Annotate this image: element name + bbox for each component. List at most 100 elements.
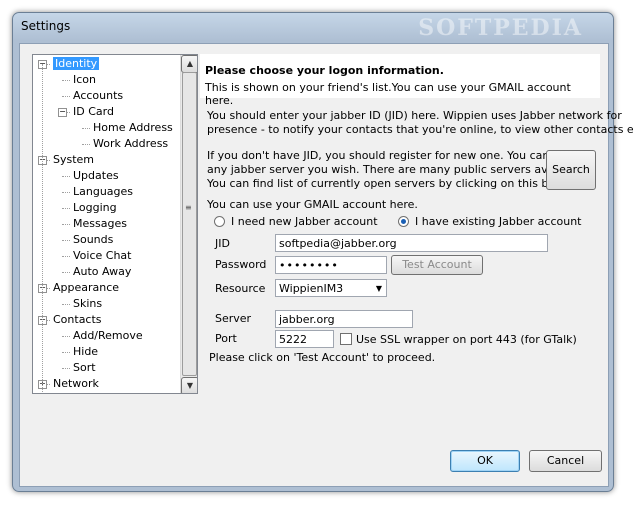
existing-account-radio[interactable] — [398, 216, 409, 227]
tree-item-label: Appearance — [53, 281, 120, 294]
tree-item-label: Messages — [73, 217, 127, 230]
port-label: Port — [215, 332, 237, 345]
jid-label: JID — [215, 237, 230, 250]
tree-connector — [62, 304, 70, 305]
tree-item[interactable]: Languages — [73, 184, 133, 200]
tree-connector — [62, 368, 70, 369]
header-title: Please choose your logon information. — [205, 64, 444, 77]
tree-item[interactable]: Hide — [73, 344, 98, 360]
tree-connector — [62, 240, 70, 241]
window-title: Settings — [21, 19, 71, 33]
cancel-button[interactable]: Cancel — [529, 450, 602, 472]
header-panel: Please choose your logon information. Th… — [200, 54, 600, 107]
tree-item-label: ID Card — [73, 105, 114, 118]
tree-item[interactable]: Voice Chat — [73, 248, 131, 264]
tree-connector — [62, 256, 70, 257]
new-account-radio[interactable] — [214, 216, 225, 227]
tree-item-label: Network — [53, 377, 99, 390]
tree-item-label: Add/Remove — [73, 329, 143, 342]
tree-connector — [62, 352, 70, 353]
tree-item-label: Accounts — [73, 89, 124, 102]
password-label: Password — [215, 258, 267, 271]
tree-item-label: Hide — [73, 345, 99, 358]
scroll-grip-icon: ≡ — [185, 203, 192, 212]
tree-connector — [82, 128, 90, 129]
tree-item-label: Languages — [73, 185, 134, 198]
tree-item[interactable]: Messages — [73, 216, 127, 232]
tree-item[interactable]: Updates — [73, 168, 119, 184]
tree-item[interactable]: ID Card — [73, 104, 114, 120]
port-input[interactable]: 5222 — [275, 330, 334, 348]
tree-item[interactable]: Auto Away — [73, 264, 131, 280]
tree-item[interactable]: Sort — [73, 360, 96, 376]
scroll-down-icon[interactable]: ▼ — [181, 377, 197, 393]
info-line-3: If you don't have JID, you should regist… — [207, 149, 595, 162]
new-account-label[interactable]: I need new Jabber account — [231, 215, 378, 228]
settings-tree[interactable]: ▲ ≡ ▼ Identity − Icon Accounts ID Card − Home … — [32, 54, 198, 394]
tree-connector — [62, 176, 70, 177]
tree-item[interactable]: Network — [53, 376, 99, 392]
tree-connector — [62, 272, 70, 273]
info-line-4: any jabber server you wish. There are ma… — [207, 163, 588, 176]
tree-connector — [62, 192, 70, 193]
tree-item[interactable]: Sounds — [73, 232, 113, 248]
tree-item[interactable]: Appearance — [53, 280, 119, 296]
tree-item-label: Sort — [73, 361, 96, 374]
tree-item[interactable]: System — [53, 152, 94, 168]
tree-item[interactable]: Work Address — [93, 136, 168, 152]
tree-item-label: Work Address — [93, 137, 169, 150]
tree-item-label: System — [53, 153, 95, 166]
ssl-label[interactable]: Use SSL wrapper on port 443 (for GTalk) — [356, 333, 577, 346]
tree-scrollbar[interactable]: ▲ ≡ ▼ — [180, 55, 197, 393]
header-subtitle: This is shown on your friend's list.You … — [205, 81, 571, 107]
server-label: Server — [215, 312, 252, 325]
existing-account-label[interactable]: I have existing Jabber account — [415, 215, 581, 228]
search-button[interactable]: Search — [546, 150, 596, 190]
tree-connector — [62, 208, 70, 209]
resource-label: Resource — [215, 282, 266, 295]
scroll-up-icon[interactable]: ▲ — [181, 55, 197, 73]
tree-item[interactable]: Identity — [53, 56, 100, 72]
collapse-icon[interactable]: − — [58, 108, 67, 117]
test-account-button[interactable]: Test Account — [391, 255, 483, 275]
scroll-thumb[interactable] — [182, 72, 197, 376]
info-line-1: You should enter your jabber ID (JID) he… — [207, 109, 622, 122]
tree-connector — [62, 80, 70, 81]
tree-item-label: Logging — [73, 201, 117, 214]
tree-item[interactable]: Accounts — [73, 88, 123, 104]
tree-item[interactable]: Home Address — [93, 120, 173, 136]
ssl-checkbox[interactable] — [340, 333, 352, 345]
tree-item-label: Contacts — [53, 313, 102, 326]
server-input[interactable]: jabber.org — [275, 310, 413, 328]
tree-connector — [82, 144, 90, 145]
proceed-hint: Please click on 'Test Account' to procee… — [209, 351, 436, 364]
tree-item[interactable]: Logging — [73, 200, 117, 216]
gmail-hint: You can use your GMAIL account here. — [207, 198, 418, 211]
jid-input[interactable]: softpedia@jabber.org — [275, 234, 548, 252]
tree-connector — [62, 224, 70, 225]
tree-item[interactable]: Icon — [73, 72, 96, 88]
tree-item[interactable]: Skins — [73, 296, 102, 312]
ok-button[interactable]: OK — [450, 450, 520, 472]
tree-item-label: Icon — [73, 73, 96, 86]
watermark: SOFTPEDIA — [418, 15, 583, 41]
tree-root-line — [42, 64, 43, 392]
tree-item-label: Home Address — [93, 121, 173, 134]
resource-value: WippienIM3 — [279, 282, 344, 295]
tree-item[interactable]: Add/Remove — [73, 328, 143, 344]
tree-item-label: Voice Chat — [73, 249, 132, 262]
tree-connector — [62, 336, 70, 337]
settings-window: Settings SOFTPEDIA ▲ ≡ ▼ Identity − Icon Ac… — [12, 12, 633, 492]
password-input[interactable]: •••••••• — [275, 256, 387, 274]
chevron-down-icon[interactable]: ▼ — [376, 280, 382, 298]
tree-item-label: Updates — [73, 169, 119, 182]
tree-item-label: Skins — [73, 297, 103, 310]
tree-item-label: Identity — [53, 57, 100, 70]
info-line-5: You can find list of currently open serv… — [207, 177, 582, 190]
title-bar[interactable]: Settings SOFTPEDIA — [13, 13, 613, 41]
info-line-2: presence - to notify your contacts that … — [207, 123, 633, 136]
tree-connector — [62, 96, 70, 97]
tree-item[interactable]: Contacts — [53, 312, 102, 328]
tree-item-label: Auto Away — [73, 265, 132, 278]
resource-select[interactable]: WippienIM3 ▼ — [275, 279, 387, 297]
